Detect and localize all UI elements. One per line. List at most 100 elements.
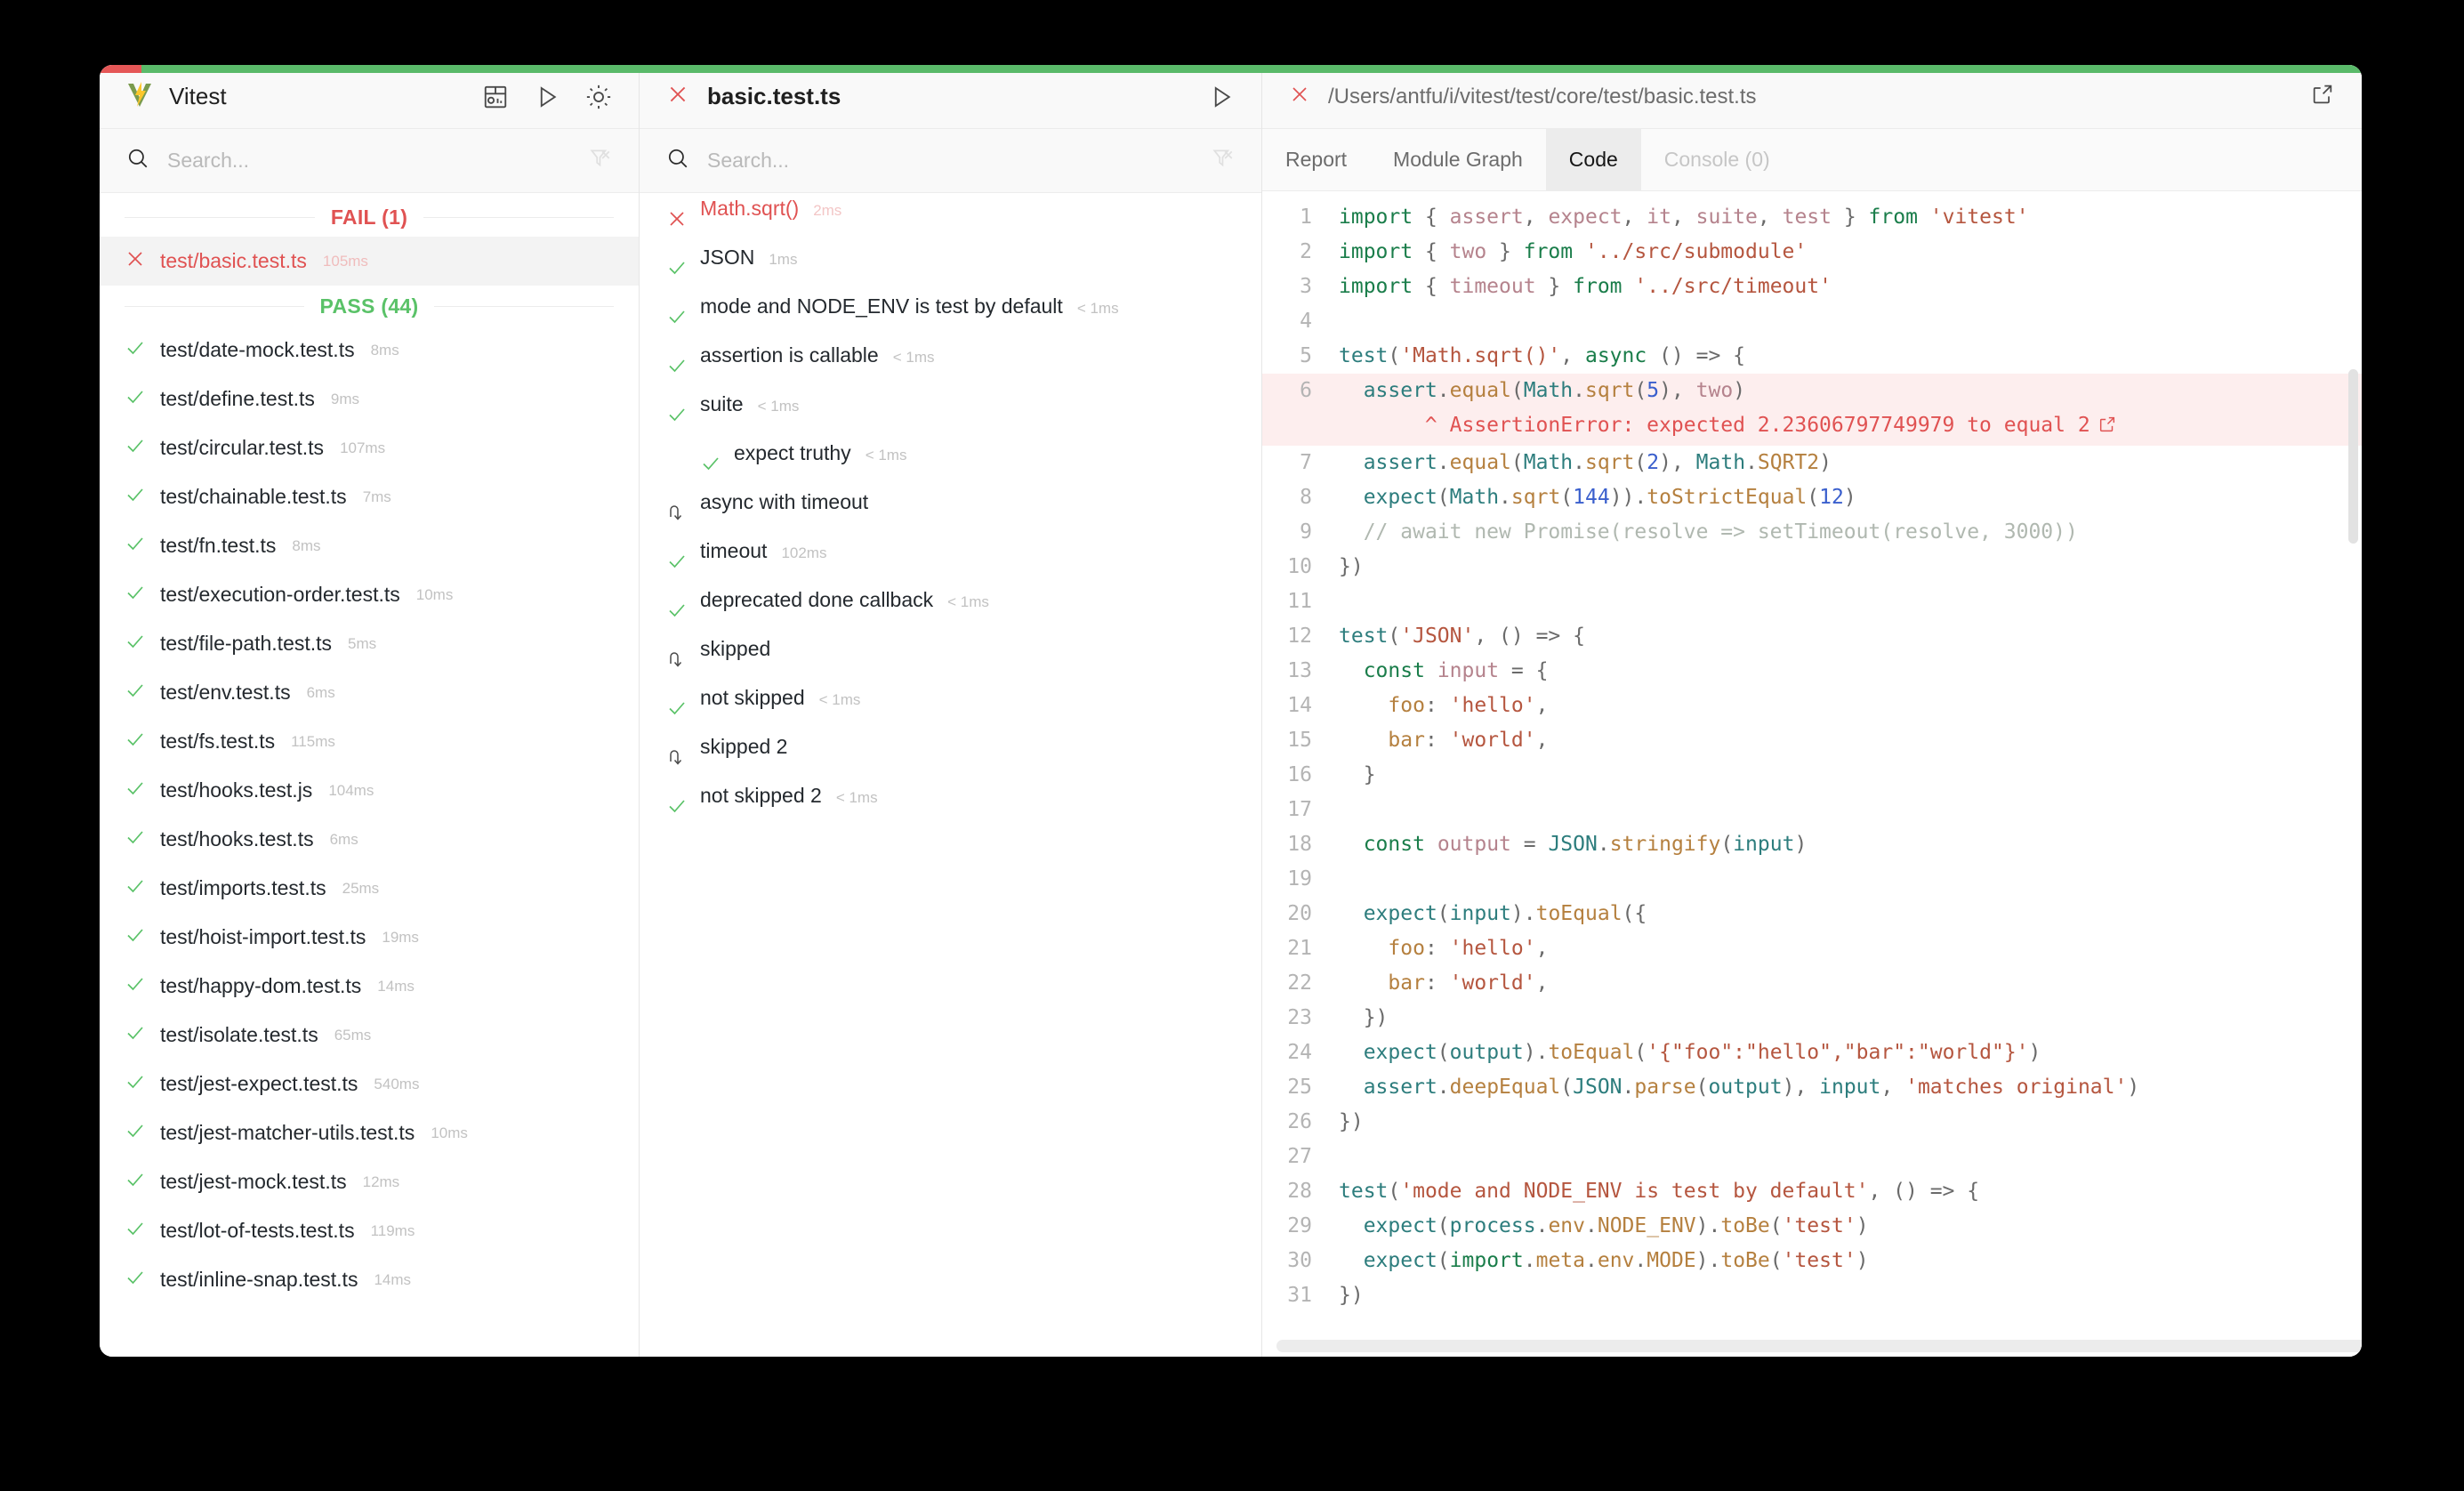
test-case-item[interactable]: deprecated done callback< 1ms — [640, 588, 1261, 637]
code-line-text: expect(input).toEqual({ — [1330, 897, 1647, 931]
external-link-icon[interactable] — [2310, 82, 2335, 111]
fail-x-icon — [666, 208, 686, 234]
file-list-item[interactable]: test/date-mock.test.ts8ms — [100, 326, 639, 375]
tab-console-0[interactable]: Console (0) — [1641, 129, 1793, 190]
test-case-item[interactable]: JSON1ms — [640, 246, 1261, 294]
code-token: Math — [1696, 451, 1745, 474]
code-vertical-scrollbar[interactable] — [2348, 369, 2358, 544]
external-link-icon[interactable] — [2098, 411, 2117, 446]
code-line: 10}) — [1262, 550, 2362, 584]
code-token: 144 — [1573, 486, 1610, 509]
code-token: meta — [1536, 1249, 1585, 1272]
code-line-text: test('JSON', () => { — [1330, 619, 1585, 654]
tab-report[interactable]: Report — [1262, 129, 1370, 190]
file-list-item[interactable]: test/define.test.ts9ms — [100, 375, 639, 423]
test-case-label: not skipped — [700, 686, 805, 710]
code-token — [1339, 1249, 1364, 1272]
file-duration: 10ms — [431, 1124, 468, 1142]
code-token: = { — [1499, 659, 1548, 682]
file-name: test/hoist-import.test.ts — [160, 925, 366, 949]
file-list[interactable]: FAIL (1) test/basic.test.ts105ms PASS (4… — [100, 193, 639, 1357]
test-case-item[interactable]: mode and NODE_ENV is test by default< 1m… — [640, 294, 1261, 343]
line-number: 27 — [1262, 1140, 1330, 1174]
check-icon — [666, 551, 686, 576]
code-token: ), — [1659, 451, 1696, 474]
file-list-item[interactable]: test/circular.test.ts107ms — [100, 423, 639, 472]
code-line-text — [1330, 862, 1351, 897]
test-case-item[interactable]: timeout102ms — [640, 539, 1261, 588]
code-horizontal-scrollbar[interactable] — [1276, 1340, 2362, 1352]
check-icon — [125, 337, 144, 363]
code-token: parse — [1634, 1076, 1695, 1099]
file-list-item[interactable]: test/happy-dom.test.ts14ms — [100, 962, 639, 1011]
file-list-item[interactable]: test/chainable.test.ts7ms — [100, 472, 639, 521]
code-line: 27 — [1262, 1140, 2362, 1174]
tab-module-graph[interactable]: Module Graph — [1370, 129, 1546, 190]
code-line-text: test('Math.sqrt()', async () => { — [1330, 339, 1745, 374]
code-line: 30 expect(import.meta.env.MODE).toBe('te… — [1262, 1244, 2362, 1278]
file-list-item[interactable]: test/hooks.test.js104ms — [100, 766, 639, 815]
code-token: ). — [1696, 1249, 1721, 1272]
file-list-item[interactable]: test/file-path.test.ts5ms — [100, 619, 639, 668]
file-list-item[interactable]: test/hooks.test.ts6ms — [100, 815, 639, 864]
file-list-item[interactable]: test/jest-mock.test.ts12ms — [100, 1157, 639, 1206]
line-number: 20 — [1262, 897, 1330, 931]
code-token: , — [1758, 206, 1783, 229]
code-line: 1import { assert, expect, it, suite, tes… — [1262, 200, 2362, 235]
tab-code[interactable]: Code — [1546, 129, 1641, 190]
dashboard-icon[interactable] — [482, 84, 509, 110]
play-icon[interactable] — [534, 84, 560, 110]
code-line: 25 assert.deepEqual(JSON.parse(output), … — [1262, 1070, 2362, 1105]
test-case-item[interactable]: assertion is callable< 1ms — [640, 343, 1261, 392]
file-list-item[interactable]: test/fs.test.ts115ms — [100, 717, 639, 766]
line-number: 16 — [1262, 758, 1330, 793]
code-token: ) — [1856, 1249, 1869, 1272]
filter-clear-icon[interactable] — [589, 147, 612, 174]
test-case-item[interactable]: not skipped 2< 1ms — [640, 784, 1261, 833]
file-list-item[interactable]: test/isolate.test.ts65ms — [100, 1011, 639, 1060]
file-list-item[interactable]: test/fn.test.ts8ms — [100, 521, 639, 570]
code-token: toEqual — [1536, 902, 1623, 925]
filter-clear-icon[interactable] — [1212, 147, 1235, 174]
test-case-label: async with timeout — [700, 490, 868, 514]
code-token: 'Math.sqrt()' — [1400, 344, 1560, 367]
file-list-item[interactable]: test/hoist-import.test.ts19ms — [100, 913, 639, 962]
test-case-item[interactable]: Math.sqrt()2ms — [640, 197, 1261, 246]
file-duration: 10ms — [416, 586, 454, 604]
line-number: 21 — [1262, 931, 1330, 966]
file-list-item[interactable]: test/imports.test.ts25ms — [100, 864, 639, 913]
code-viewer[interactable]: 1import { assert, expect, it, suite, tes… — [1262, 191, 2362, 1357]
file-list-item[interactable]: test/env.test.ts6ms — [100, 668, 639, 717]
search-input[interactable] — [167, 149, 571, 173]
code-line: 8 expect(Math.sqrt(144)).toStrictEqual(1… — [1262, 480, 2362, 515]
sun-icon[interactable] — [585, 84, 612, 110]
test-case-item[interactable]: not skipped< 1ms — [640, 686, 1261, 735]
file-list-item[interactable]: test/basic.test.ts105ms — [100, 237, 639, 286]
test-case-list[interactable]: Math.sqrt()2msJSON1msmode and NODE_ENV i… — [640, 193, 1261, 1357]
test-case-item[interactable]: suite< 1ms — [640, 392, 1261, 441]
check-icon — [125, 1071, 144, 1097]
test-case-item[interactable]: skipped 2 — [640, 735, 1261, 784]
test-search-input[interactable] — [707, 149, 1194, 173]
code-token: : — [1425, 937, 1450, 960]
file-list-item[interactable]: test/jest-expect.test.ts540ms — [100, 1060, 639, 1108]
run-file-play-icon[interactable] — [1208, 84, 1235, 110]
panes-container: Vitest — [100, 65, 2362, 1357]
test-case-item[interactable]: expect truthy< 1ms — [640, 441, 1261, 490]
divider-line — [434, 306, 614, 307]
file-list-item[interactable]: test/inline-snap.test.ts14ms — [100, 1255, 639, 1304]
check-icon — [125, 973, 146, 995]
test-case-item[interactable]: async with timeout — [640, 490, 1261, 539]
file-search-bar — [100, 129, 639, 193]
file-list-item[interactable]: test/execution-order.test.ts10ms — [100, 570, 639, 619]
file-list-item[interactable]: test/jest-matcher-utils.test.ts10ms — [100, 1108, 639, 1157]
code-token: assert — [1364, 379, 1437, 402]
code-token: from — [1869, 206, 1918, 229]
file-name: test/inline-snap.test.ts — [160, 1268, 358, 1292]
code-token — [1339, 379, 1364, 402]
code-line: 3import { timeout } from '../src/timeout… — [1262, 270, 2362, 304]
test-case-item[interactable]: skipped — [640, 637, 1261, 686]
fail-x-icon — [1289, 84, 1310, 109]
file-list-item[interactable]: test/lot-of-tests.test.ts119ms — [100, 1206, 639, 1255]
code-token: expect — [1548, 206, 1622, 229]
